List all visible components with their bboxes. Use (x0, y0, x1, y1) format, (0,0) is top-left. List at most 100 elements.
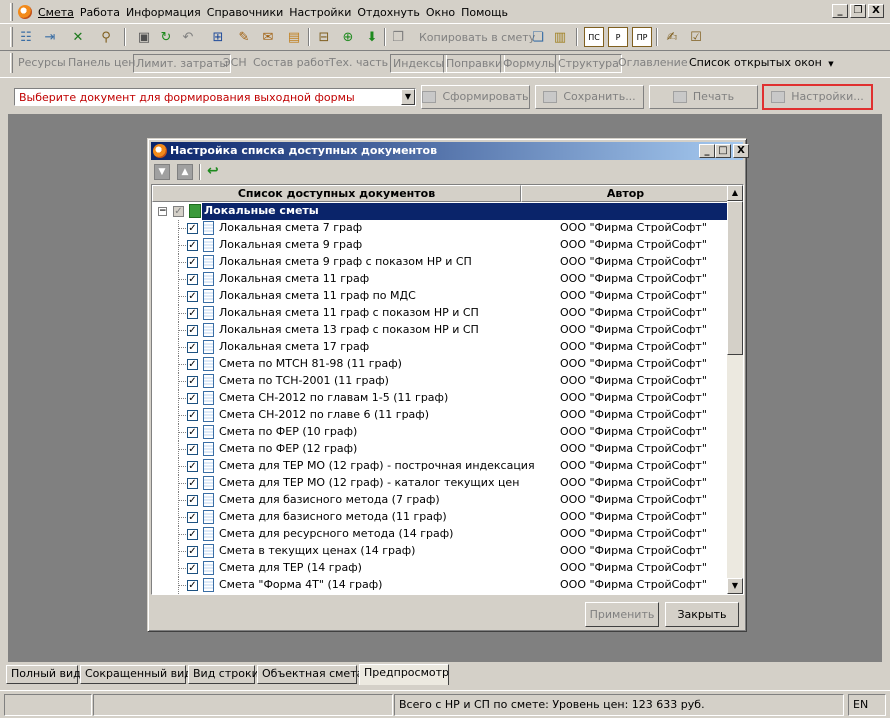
tab-price-panel[interactable]: Панель цен (66, 54, 137, 73)
undo-icon[interactable]: ↶ (178, 27, 198, 47)
ps-icon[interactable]: ПС (584, 27, 604, 47)
move-down-icon[interactable]: ▼ (154, 164, 170, 180)
row-checkbox[interactable]: ✓ (187, 427, 198, 438)
menu-item-reference[interactable]: Справочники (206, 6, 288, 19)
tree-row[interactable]: ✓ Смета для ресурсного метода (14 граф) ОО… (152, 526, 730, 543)
tree-row[interactable]: ✓ Локальная смета 13 граф с показом НР и … (152, 322, 730, 339)
save-icon[interactable]: ▣ (134, 27, 154, 47)
row-checkbox[interactable]: ✓ (187, 257, 198, 268)
print-preview-icon[interactable]: ⊟ (314, 27, 334, 47)
row-checkbox[interactable]: ✓ (187, 529, 198, 540)
menu-item-help[interactable]: Помощь (460, 6, 513, 19)
tree-row[interactable]: ✓ Смета для базисного метода (11 граф) ООО… (152, 509, 730, 526)
minimize-button[interactable]: _ (699, 144, 715, 158)
r-icon[interactable]: Р (608, 27, 628, 47)
tree-row[interactable]: ✓ Смета "Форма 4Т" (14 граф) ООО "Фирма Ст… (152, 577, 730, 594)
checklist-icon[interactable]: ☑ (686, 27, 706, 47)
form-button[interactable]: Сформировать (421, 85, 530, 109)
pr-icon[interactable]: ПР (632, 27, 652, 47)
row-checkbox[interactable]: ✓ (187, 291, 198, 302)
tree-row[interactable]: ✓ Локальная смета 9 граф ООО "Фирма СтройС… (152, 237, 730, 254)
comment-icon[interactable]: ▤ (284, 27, 304, 47)
tree-row[interactable]: ✓ Смета СН-2012 по главе 6 (11 граф) ООО "… (152, 407, 730, 424)
add-row-icon[interactable]: ⊕ (338, 27, 358, 47)
tree-row[interactable]: ✓ Смета для ТЕР МО (12 граф) - построчная… (152, 458, 730, 475)
row-checkbox[interactable]: ✓ (187, 444, 198, 455)
row-checkbox[interactable]: ✓ (187, 546, 198, 557)
tab-tech-part[interactable]: Тех. часть (327, 54, 390, 73)
tree-row[interactable]: ✓ Локальная смета 7 граф ООО "Фирма СтройС… (152, 220, 730, 237)
settings-button[interactable]: Настройки... (762, 84, 873, 110)
close-button[interactable]: X (733, 144, 749, 158)
tab-esn[interactable]: ЭСН (221, 54, 249, 73)
find-icon[interactable]: ⚲ (96, 27, 116, 47)
column-header-documents[interactable]: Список доступных документов (152, 185, 521, 202)
menu-item-settings[interactable]: Настройки (288, 6, 356, 19)
print-button[interactable]: Печать (649, 85, 758, 109)
copy-icon[interactable]: ❏ (528, 27, 548, 47)
tab-contents[interactable]: Оглавление (616, 54, 690, 73)
tab-row-view[interactable]: Вид строки (188, 665, 259, 684)
paste-icon[interactable]: ▥ (550, 27, 570, 47)
scroll-down-icon[interactable]: ▼ (727, 578, 743, 594)
apply-button[interactable]: Применить (585, 602, 659, 627)
close-dialog-button[interactable]: Закрыть (665, 602, 739, 627)
row-checkbox[interactable]: ✓ (187, 376, 198, 387)
maximize-button[interactable]: □ (715, 144, 731, 158)
tab-indexes[interactable]: Индексы (390, 54, 448, 73)
tree-row[interactable]: ✓ Смета СН-2012 по главам 1-5 (11 граф) ОО… (152, 390, 730, 407)
copy-to-estimate-button[interactable]: Копировать в смету (419, 31, 535, 44)
tree-row[interactable]: ✓ Локальная смета 11 граф по МДС ООО "Фирм… (152, 288, 730, 305)
tree-row[interactable]: ✓ Локальная смета 11 граф с показом НР и … (152, 305, 730, 322)
edit-list-icon[interactable]: ✍ (662, 27, 682, 47)
row-checkbox[interactable]: ✓ (187, 512, 198, 523)
column-header-author[interactable]: Автор (521, 185, 730, 202)
tab-limit-costs[interactable]: Лимит. затраты (133, 54, 232, 73)
group-checkbox[interactable]: ✓ (173, 206, 184, 217)
row-checkbox[interactable]: ✓ (187, 393, 198, 404)
row-checkbox[interactable]: ✓ (187, 410, 198, 421)
excel-icon[interactable]: ✕ (68, 27, 88, 47)
tree-row[interactable]: ✓ Смета для базисного метода (7 граф) ООО … (152, 492, 730, 509)
clipboard-icon[interactable]: ❐ (388, 27, 408, 47)
tab-object-estimate[interactable]: Объектная смета (257, 665, 363, 684)
tree-row[interactable]: ✓ Смета для ТЕР МО (12 граф) - каталог те… (152, 475, 730, 492)
tab-structure[interactable]: Структура (555, 54, 622, 73)
note-icon[interactable]: ✉ (258, 27, 278, 47)
tree-row[interactable]: ✓ Смета для ТЕР (14 граф) ООО "Фирма Строй… (152, 560, 730, 577)
restore-button[interactable]: ❐ (850, 4, 866, 18)
menu-item-window[interactable]: Окно (425, 6, 460, 19)
tree-row[interactable]: ✓ Смета по ФЕР (12 граф) ООО "Фирма СтройС… (152, 441, 730, 458)
download-icon[interactable]: ⬇ (362, 27, 382, 47)
row-checkbox[interactable]: ✓ (187, 359, 198, 370)
tree-row[interactable]: ✓ Смета в текущих ценах (14 граф) ООО "Фир… (152, 543, 730, 560)
dialog-titlebar[interactable]: Настройка списка доступных документов _ … (151, 142, 749, 160)
tab-preview[interactable]: Предпросмотр (359, 664, 449, 685)
menu-item-rest[interactable]: Отдохнуть (356, 6, 425, 19)
menu-item-smeta[interactable]: Смета (37, 6, 79, 19)
menu-item-info[interactable]: Информация (125, 6, 206, 19)
open-windows-list[interactable]: Список открытых окон ▼ (687, 54, 836, 73)
row-checkbox[interactable]: ✓ (187, 563, 198, 574)
tree-row[interactable]: ✓ Смета по ФЕР (10 граф) ООО "Фирма СтройС… (152, 424, 730, 441)
row-checkbox[interactable]: ✓ (187, 325, 198, 336)
scroll-thumb[interactable] (727, 201, 743, 355)
tree-icon[interactable]: ☷ (16, 27, 36, 47)
collapse-icon[interactable]: − (158, 207, 167, 216)
refresh-icon[interactable]: ↻ (156, 27, 176, 47)
row-checkbox[interactable]: ✓ (187, 461, 198, 472)
save-button[interactable]: Сохранить... (535, 85, 644, 109)
vertical-scrollbar[interactable]: ▲ ▼ (727, 185, 743, 594)
tab-full-view[interactable]: Полный вид (6, 665, 81, 684)
row-checkbox[interactable]: ✓ (187, 308, 198, 319)
row-checkbox[interactable]: ✓ (187, 342, 198, 353)
chevron-down-icon[interactable]: ▼ (401, 89, 415, 105)
tree-row[interactable]: ✓ Локальная смета 9 граф с показом НР и С… (152, 254, 730, 271)
tree-row[interactable]: ✓ Смета по ТСН-2001 (11 граф) ООО "Фирма С… (152, 373, 730, 390)
import-icon[interactable]: ⇥ (40, 27, 60, 47)
calc-icon[interactable]: ⊞ (208, 27, 228, 47)
tab-corrections[interactable]: Поправки (443, 54, 506, 73)
move-up-icon[interactable]: ▲ (177, 164, 193, 180)
row-checkbox[interactable]: ✓ (187, 240, 198, 251)
row-checkbox[interactable]: ✓ (187, 495, 198, 506)
